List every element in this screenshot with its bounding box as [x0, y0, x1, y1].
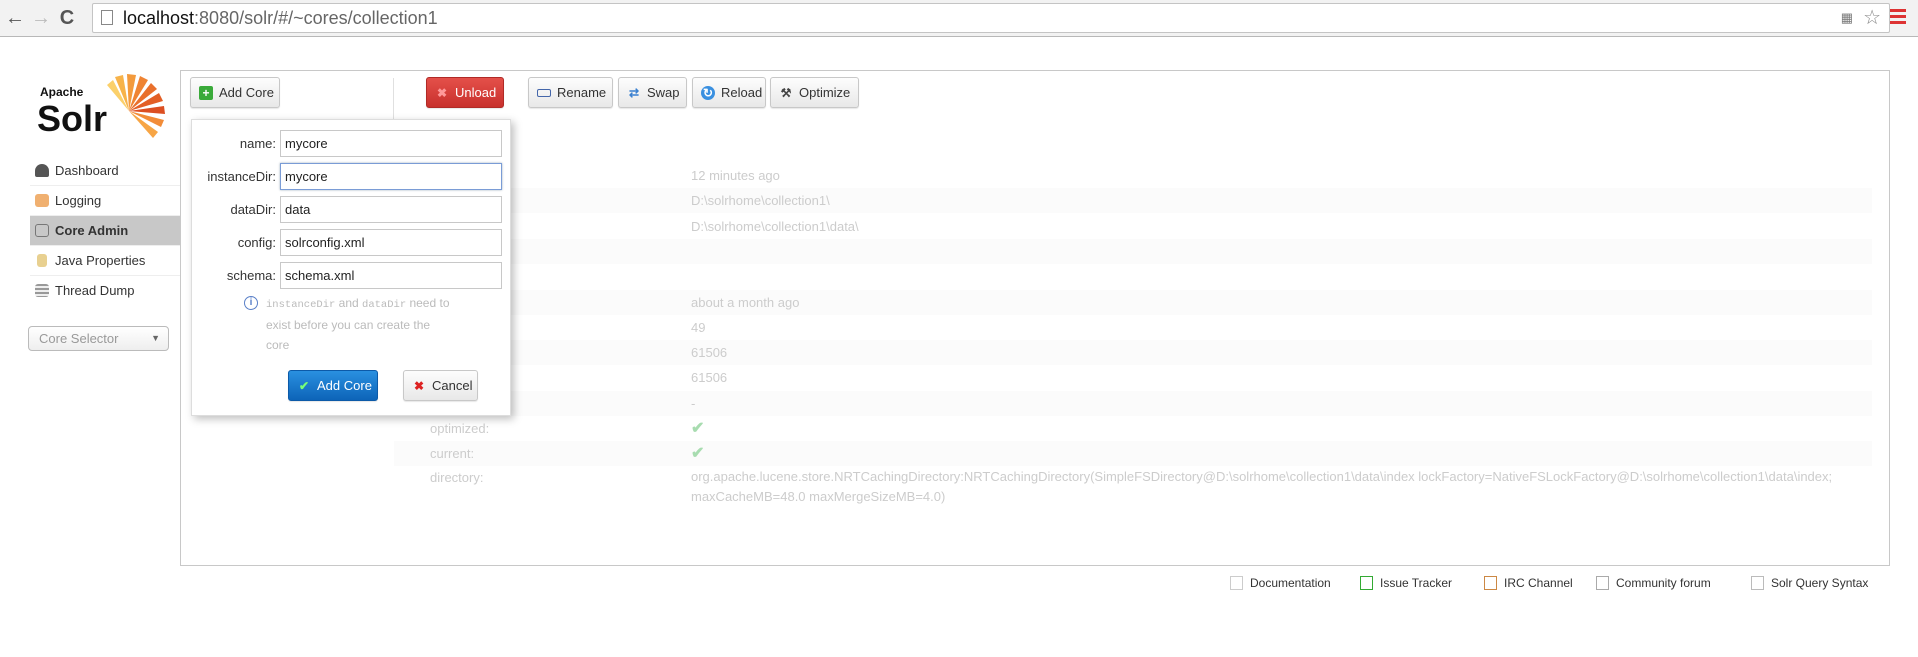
svg-text:Apache: Apache [40, 85, 84, 99]
info-label: optimized: [430, 421, 490, 436]
cancel-button[interactable]: ✖ Cancel [403, 370, 478, 401]
sidebar-item-dashboard[interactable]: Dashboard [30, 156, 180, 186]
tools-icon: ⚒ [780, 86, 792, 100]
footer-link-irc-channel[interactable]: IRC Channel [1484, 574, 1573, 592]
info-value: 49 [691, 319, 706, 335]
core-admin-icon [35, 224, 49, 237]
translate-icon[interactable]: ▦ [1841, 4, 1853, 32]
instancedir-label: instanceDir: [207, 169, 276, 184]
info-row [394, 264, 1872, 289]
reload-button[interactable]: ↻ Reload [692, 77, 766, 108]
back-icon[interactable]: ← [4, 6, 26, 30]
star-icon[interactable]: ☆ [1863, 4, 1881, 32]
schema-label: schema: [226, 268, 276, 283]
info-icon: i [244, 296, 258, 310]
sidebar-item-logging[interactable]: Logging [30, 186, 180, 216]
footer-link-community-forum[interactable]: Community forum [1596, 574, 1711, 592]
irc-channel-icon [1484, 576, 1497, 590]
documentation-icon [1230, 576, 1243, 590]
sidebar-item-core-admin[interactable]: Core Admin [30, 216, 180, 246]
dashboard-icon [35, 164, 49, 177]
browser-toolbar: ← → C localhost:8080/solr/#/~cores/colle… [0, 0, 1918, 37]
instancedir-input[interactable]: mycore [280, 163, 502, 190]
reload-page-icon[interactable]: C [56, 6, 78, 30]
check-icon: ✔ [691, 445, 705, 463]
info-row: D:\solrhome\collection1\ [394, 188, 1872, 214]
swap-button[interactable]: ⇄ Swap [618, 77, 687, 108]
rename-icon [537, 89, 551, 97]
logging-icon [35, 194, 49, 207]
refresh-icon: ↻ [701, 86, 715, 100]
info-value: 61506 [691, 370, 728, 386]
info-row: 61506 [394, 365, 1872, 390]
info-value: about a month ago [691, 294, 800, 310]
info-value: 61506 [691, 345, 728, 361]
sidebar-item-thread-dump[interactable]: Thread Dump [30, 276, 180, 306]
footer-link-issue-tracker[interactable]: Issue Tracker [1360, 574, 1452, 592]
community-forum-icon [1596, 576, 1609, 590]
svg-text:Solr: Solr [37, 98, 107, 139]
info-value: D:\solrhome\collection1\data\ [691, 218, 859, 234]
forward-icon[interactable]: → [30, 6, 52, 30]
submit-add-core-button[interactable]: ✔ Add Core [288, 370, 378, 401]
schema-input[interactable]: schema.xml [280, 262, 502, 289]
config-input[interactable]: solrconfig.xml [280, 229, 502, 256]
info-row: 49 [394, 315, 1872, 340]
java-properties-icon [37, 254, 47, 267]
x-icon: ✖ [436, 86, 448, 100]
info-row: 12 minutes ago [394, 163, 1872, 188]
sidebar-item-java-properties[interactable]: Java Properties [30, 246, 180, 276]
check-icon: ✔ [691, 420, 705, 437]
info-row [394, 238, 1872, 264]
solr-query-syntax-icon [1751, 576, 1764, 590]
optimize-button[interactable]: ⚒ Optimize [770, 77, 859, 108]
check-icon: ✔ [298, 379, 310, 393]
datadir-input[interactable]: data [280, 196, 502, 223]
info-value: D:\solrhome\collection1\ [691, 193, 830, 209]
info-row: - [394, 390, 1872, 416]
address-bar[interactable]: localhost:8080/solr/#/~cores/collection1… [92, 3, 1890, 33]
add-core-button[interactable]: + Add Core [190, 77, 280, 108]
info-value: 12 minutes ago [691, 168, 780, 183]
rename-button[interactable]: Rename [528, 77, 613, 108]
info-value: - [691, 395, 696, 411]
page-icon [101, 10, 113, 25]
info-row-directory: directory: org.apache.lucene.store.NRTCa… [430, 469, 1833, 504]
footer-link-solr-query-syntax[interactable]: Solr Query Syntax [1751, 574, 1868, 592]
swap-icon: ⇄ [628, 86, 640, 100]
add-core-dialog: name: mycore instanceDir: mycore dataDir… [191, 119, 511, 416]
info-row: about a month ago [394, 289, 1872, 315]
info-row: D:\solrhome\collection1\data\ [394, 214, 1872, 239]
info-row: current: ✔ [394, 441, 1872, 467]
chevron-down-icon: ▼ [151, 333, 160, 343]
issue-tracker-icon [1360, 576, 1373, 590]
name-label: name: [239, 136, 276, 151]
info-row: 61506 [394, 340, 1872, 366]
info-label: current: [430, 446, 475, 462]
solr-logo[interactable]: Apache Solr [37, 73, 167, 143]
info-text: instanceDir and dataDir need to exist be… [266, 296, 450, 352]
info-row: optimized: ✔ [394, 416, 1872, 441]
core-selector[interactable]: Core Selector ▼ [28, 326, 169, 351]
name-input[interactable]: mycore [280, 130, 502, 157]
menu-icon[interactable] [1890, 9, 1906, 25]
plus-icon: + [199, 86, 213, 100]
footer-link-documentation[interactable]: Documentation [1230, 574, 1331, 592]
unload-button[interactable]: ✖ Unload [426, 77, 504, 108]
thread-dump-icon [35, 284, 49, 297]
x-icon: ✖ [413, 379, 425, 393]
config-label: config: [237, 235, 276, 250]
datadir-label: dataDir: [230, 202, 276, 217]
